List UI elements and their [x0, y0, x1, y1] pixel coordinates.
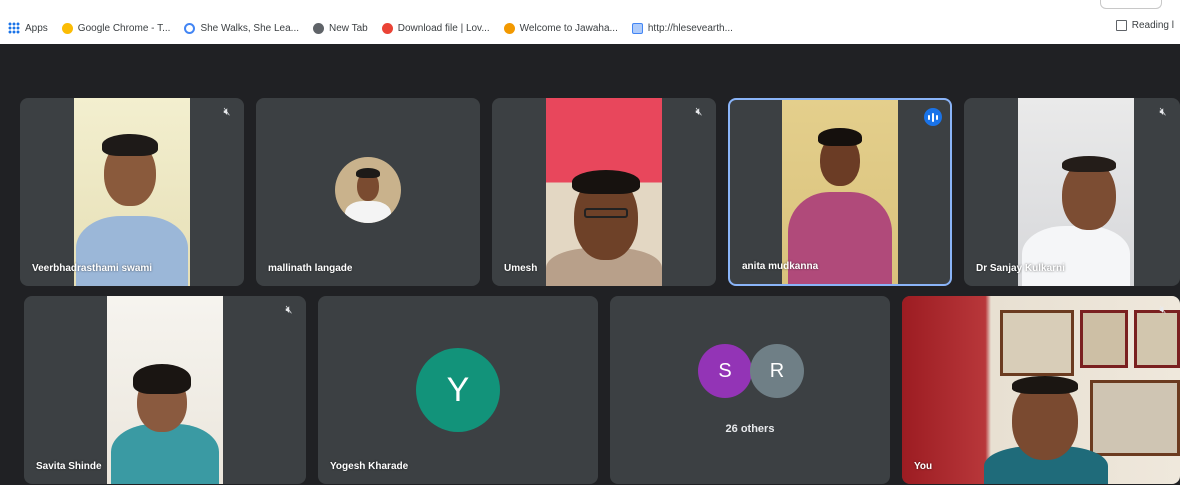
- reading-list-icon: [1115, 20, 1127, 31]
- reading-list-button[interactable]: Reading l: [1115, 20, 1174, 31]
- bookmark-she-walks[interactable]: She Walks, She Lea...: [184, 22, 300, 34]
- globe-icon: [313, 22, 325, 34]
- participant-tile[interactable]: mallinath langade: [256, 98, 480, 286]
- bookmark-google-chrome[interactable]: Google Chrome - T...: [61, 22, 171, 34]
- avatar-initial: R: [769, 359, 785, 382]
- letter-avatar: R: [750, 344, 804, 398]
- profile-photo: [335, 157, 401, 223]
- speaking-indicator-icon: [924, 108, 942, 126]
- bookmark-label: New Tab: [329, 22, 368, 34]
- bookmark-label: Download file | Lov...: [397, 22, 490, 34]
- participant-name: Veerbhadrasthami swami: [32, 263, 153, 274]
- letter-avatar: Y: [416, 348, 500, 432]
- avatar-initial: Y: [446, 370, 470, 409]
- participant-name: Savita Shinde: [36, 461, 102, 472]
- avatar-initial: S: [718, 359, 732, 382]
- bookmark-label: She Walks, She Lea...: [200, 22, 300, 34]
- participant-name: Yogesh Kharade: [330, 461, 409, 472]
- video-feed: [107, 296, 223, 484]
- participant-tile[interactable]: 🔇︎ Umesh: [492, 98, 716, 286]
- video-feed: [902, 296, 1180, 484]
- participant-name: Umesh: [504, 263, 538, 274]
- participant-name: mallinath langade: [268, 263, 353, 274]
- page-favicon-icon: [631, 22, 643, 34]
- video-feed: [782, 100, 898, 284]
- mic-off-icon: 🔇︎: [695, 106, 703, 118]
- participant-tile[interactable]: 🔇︎ Savita Shinde: [24, 296, 306, 484]
- bookmark-hlesevearth[interactable]: http://hlesevearth...: [631, 22, 733, 34]
- bookmark-label: http://hlesevearth...: [647, 22, 733, 34]
- chrome-favicon-icon: [61, 22, 73, 34]
- heart-favicon-icon: [381, 22, 393, 34]
- participant-tile[interactable]: 🔇︎ Veerbhadrasthami swami: [20, 98, 244, 286]
- video-feed: [74, 98, 190, 286]
- bookmark-label: Welcome to Jawaha...: [519, 22, 618, 34]
- bookmark-download-file[interactable]: Download file | Lov...: [381, 22, 490, 34]
- meeting-grid: 🔇︎ Veerbhadrasthami swami mallinath lang…: [0, 44, 1180, 485]
- participant-tile[interactable]: Y Yogesh Kharade: [318, 296, 598, 484]
- video-feed: [546, 98, 662, 286]
- participant-name: Dr Sanjay Kulkarni: [976, 263, 1065, 274]
- bookmark-label: Google Chrome - T...: [77, 22, 171, 34]
- tab-edge: [1100, 0, 1162, 9]
- video-feed: [1018, 98, 1134, 286]
- site-favicon-icon: [503, 22, 515, 34]
- mic-off-icon: 🔇︎: [285, 304, 293, 316]
- participant-tile[interactable]: 🔇︎ Dr Sanjay Kulkarni: [964, 98, 1180, 286]
- bookmark-new-tab[interactable]: New Tab: [313, 22, 368, 34]
- mic-off-icon: 🔇︎: [1159, 106, 1167, 118]
- letter-avatar: S: [698, 344, 752, 398]
- bookmark-welcome-jawahar[interactable]: Welcome to Jawaha...: [503, 22, 618, 34]
- participant-name: anita mudkanna: [742, 261, 819, 272]
- self-tile[interactable]: 🔇︎ You: [902, 296, 1180, 484]
- apps-grid-icon: [8, 22, 20, 34]
- participant-name: You: [914, 461, 933, 472]
- bookmark-list: Apps Google Chrome - T... She Walks, She…: [8, 17, 747, 39]
- others-tile[interactable]: S R 26 others: [610, 296, 890, 484]
- mic-off-icon: 🔇︎: [223, 106, 231, 118]
- bookmark-label: Apps: [25, 22, 48, 34]
- others-count: 26 others: [725, 423, 775, 435]
- participant-tile-active[interactable]: anita mudkanna: [728, 98, 952, 286]
- mic-off-icon: 🔇︎: [1159, 304, 1167, 316]
- bookmark-apps[interactable]: Apps: [8, 22, 48, 34]
- reading-list-label: Reading l: [1131, 20, 1174, 31]
- bookmarks-bar: Apps Google Chrome - T... She Walks, She…: [0, 0, 1180, 44]
- google-favicon-icon: [184, 22, 196, 34]
